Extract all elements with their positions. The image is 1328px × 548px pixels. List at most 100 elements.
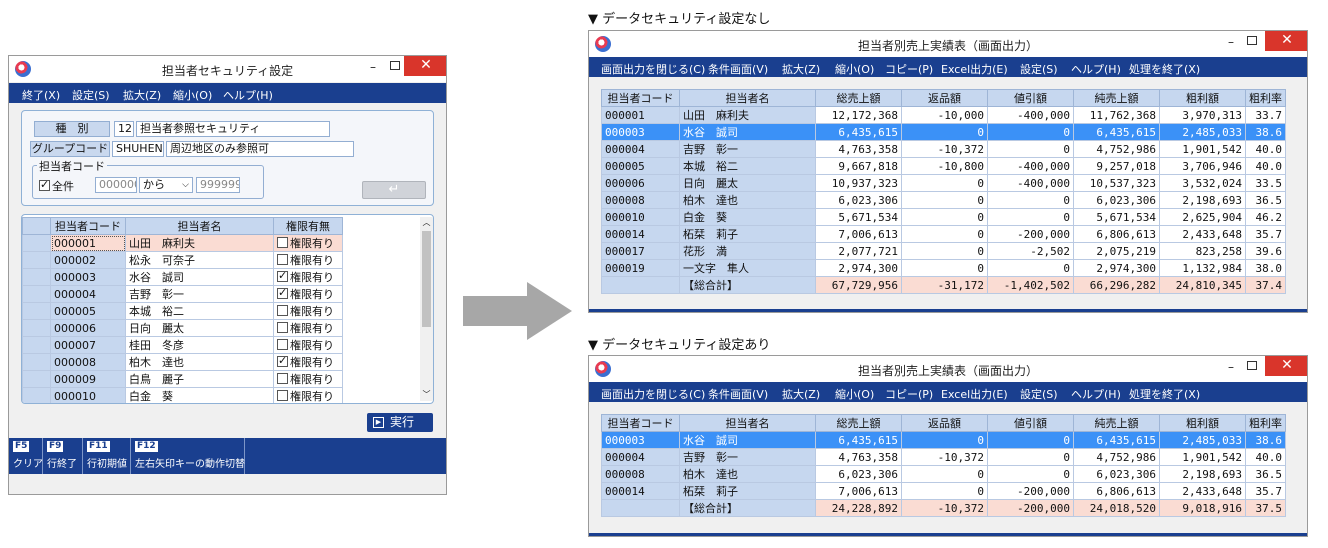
row-selector[interactable] xyxy=(22,319,51,337)
minimize-icon[interactable]: – xyxy=(1222,360,1240,376)
menu-close-output[interactable]: 画面出力を閉じる(C) xyxy=(601,61,705,77)
range-mode-select[interactable]: から ⌵ xyxy=(139,177,193,193)
menu-settings[interactable]: 設定(S) xyxy=(1020,61,1058,77)
menu-settings[interactable]: 設定(S) xyxy=(72,87,110,103)
permission-checkbox[interactable]: 権限有り xyxy=(273,302,343,320)
row-selector[interactable] xyxy=(22,370,51,388)
group-code-field[interactable]: SHUHEN xyxy=(112,141,164,157)
menu-condition[interactable]: 条件画面(V) xyxy=(708,61,768,77)
table-row[interactable]: 000004吉野 彰一 権限有り xyxy=(22,285,343,303)
menu-zoom-out[interactable]: 縮小(O) xyxy=(835,386,874,402)
maximize-icon[interactable] xyxy=(390,61,400,70)
close-icon[interactable]: ✕ xyxy=(1265,356,1307,376)
menu-exit[interactable]: 終了(X) xyxy=(22,87,60,103)
menu-close-output[interactable]: 画面出力を閉じる(C) xyxy=(601,386,705,402)
table-row[interactable]: 000008 柏木 達也 6,023,306 0 0 6,023,306 2,198,693… xyxy=(601,465,1286,483)
menu-help[interactable]: ヘルプ(H) xyxy=(1071,61,1121,77)
fkey-f9[interactable]: F9 行終了 xyxy=(43,438,83,474)
table-row[interactable]: 000004 吉野 彰一 4,763,358 -10,372 0 4,752,986 1,9… xyxy=(601,448,1286,466)
row-selector[interactable] xyxy=(22,268,51,286)
table-row[interactable]: 000005 本城 裕二 9,667,818 -10,800 -400,000 9,257… xyxy=(601,157,1286,175)
permission-checkbox[interactable]: 権限有り xyxy=(273,370,343,388)
scroll-thumb[interactable] xyxy=(422,231,431,327)
row-selector[interactable] xyxy=(22,251,51,269)
row-selector[interactable] xyxy=(22,302,51,320)
permission-checkbox[interactable]: 権限有り xyxy=(273,336,343,354)
table-row[interactable]: 000005 本城 裕二 権限有り xyxy=(22,302,343,320)
table-row[interactable]: 000007 桂田 冬彦 権限有り xyxy=(22,336,343,354)
range-from-field[interactable]: 000000 xyxy=(95,177,137,193)
fkey-f12[interactable]: F12 左右矢印キーの動作切替 xyxy=(131,438,245,474)
table-row[interactable]: 000019 一文字 隼人 2,974,300 0 0 2,974,300 1,132,98… xyxy=(601,259,1286,277)
table-row[interactable]: 000009 白鳥 麗子 権限有り xyxy=(22,370,343,388)
table-row[interactable]: 000004 吉野 彰一 4,763,358 -10,372 0 4,752,986 1,9… xyxy=(601,140,1286,158)
staff-code-cell: 000003 xyxy=(601,431,680,449)
maximize-icon[interactable] xyxy=(1247,36,1257,45)
minimize-icon[interactable]: – xyxy=(1222,35,1240,51)
value-cell: 4,763,358 xyxy=(815,140,902,158)
table-row[interactable]: 000001 山田 麻利夫 権限有り xyxy=(22,234,343,252)
row-selector[interactable] xyxy=(22,387,51,403)
maximize-icon[interactable] xyxy=(1247,361,1257,370)
staff-name-cell: 柏木 達也 xyxy=(679,191,816,209)
permission-checkbox[interactable]: 権限有り xyxy=(273,285,343,303)
menu-zoom-out[interactable]: 縮小(O) xyxy=(173,87,212,103)
menu-copy[interactable]: コピー(P) xyxy=(885,386,933,402)
scroll-up-icon[interactable]: ︿ xyxy=(420,217,433,229)
kind-code-field[interactable]: 12 xyxy=(114,121,134,137)
table-row[interactable]: 000003 水谷 誠司 6,435,615 0 0 6,435,615 2,485,033… xyxy=(601,431,1286,449)
all-checkbox[interactable]: 全件 xyxy=(39,178,74,194)
close-icon[interactable]: ✕ xyxy=(404,56,446,76)
grid-scrollbar[interactable]: ︿ ﹀ xyxy=(420,217,433,401)
table-row[interactable]: 000006 日向 麗太 10,937,323 0 -400,000 10,537,323… xyxy=(601,174,1286,192)
column-header: 純売上額 xyxy=(1073,89,1160,107)
close-icon[interactable]: ✕ xyxy=(1265,31,1307,51)
scroll-down-icon[interactable]: ﹀ xyxy=(420,389,433,401)
menu-settings[interactable]: 設定(S) xyxy=(1020,386,1058,402)
row-selector[interactable] xyxy=(22,285,51,303)
table-row[interactable]: 000010 白金 葵 5,671,534 0 0 5,671,534 2,625,904 4… xyxy=(601,208,1286,226)
permission-checkbox[interactable]: 権限有り xyxy=(273,251,343,269)
permission-checkbox[interactable]: 権限有り xyxy=(273,387,343,403)
table-row[interactable]: 000017 花形 満 2,077,721 0 -2,502 2,075,219 823,2… xyxy=(601,242,1286,260)
menu-help[interactable]: ヘルプ(H) xyxy=(223,87,273,103)
permission-checkbox[interactable]: 権限有り xyxy=(273,268,343,286)
enter-button[interactable]: ↵ xyxy=(362,181,426,199)
table-row[interactable]: 000006 日向 麗太 権限有り xyxy=(22,319,343,337)
row-selector[interactable] xyxy=(22,336,51,354)
permission-checkbox[interactable]: 権限有り xyxy=(273,353,343,371)
menu-quit[interactable]: 処理を終了(X) xyxy=(1129,386,1200,402)
fkey-f5[interactable]: F5 クリア xyxy=(9,438,43,474)
value-cell: 36.5 xyxy=(1245,465,1286,483)
table-row[interactable]: 000003 水谷 誠司 6,435,615 0 0 6,435,615 2,485,033… xyxy=(601,123,1286,141)
value-cell: 5,671,534 xyxy=(815,208,902,226)
table-row[interactable]: 000008 柏木 達也 6,023,306 0 0 6,023,306 2,198,693… xyxy=(601,191,1286,209)
table-row[interactable]: 000001 山田 麻利夫 12,172,368 -10,000 -400,000 11,… xyxy=(601,106,1286,124)
table-row[interactable]: 000014 柘栞 莉子 7,006,613 0 -200,000 6,806,613 2,… xyxy=(601,225,1286,243)
menu-excel[interactable]: Excel出力(E) xyxy=(941,61,1008,77)
menu-condition[interactable]: 条件画面(V) xyxy=(708,386,768,402)
table-row[interactable]: 000014 柘栞 莉子 7,006,613 0 -200,000 6,806,613 2,… xyxy=(601,482,1286,500)
table-row[interactable]: 000002 松永 可奈子 権限有り xyxy=(22,251,343,269)
menu-excel[interactable]: Excel出力(E) xyxy=(941,386,1008,402)
minimize-icon[interactable]: – xyxy=(364,60,382,76)
row-selector[interactable] xyxy=(22,234,51,252)
menu-zoom-out[interactable]: 縮小(O) xyxy=(835,61,874,77)
permission-checkbox[interactable]: 権限有り xyxy=(273,319,343,337)
value-cell: 4,763,358 xyxy=(815,448,902,466)
fkey-f11[interactable]: F11 行初期値 xyxy=(83,438,131,474)
execute-button[interactable]: ▶ 実行 xyxy=(367,413,433,432)
menu-copy[interactable]: コピー(P) xyxy=(885,61,933,77)
menu-zoom-in[interactable]: 拡大(Z) xyxy=(782,61,820,77)
table-row[interactable]: 000008柏木 達也 権限有り xyxy=(22,353,343,371)
menu-zoom-in[interactable]: 拡大(Z) xyxy=(782,386,820,402)
table-row[interactable]: 000010 白金 葵 権限有り xyxy=(22,387,343,403)
range-to-field[interactable]: 999999 xyxy=(196,177,240,193)
row-selector[interactable] xyxy=(22,353,51,371)
menu-help[interactable]: ヘルプ(H) xyxy=(1071,386,1121,402)
permission-checkbox[interactable]: 権限有り xyxy=(273,234,343,252)
menu-quit[interactable]: 処理を終了(X) xyxy=(1129,61,1200,77)
table-row[interactable]: 000003水谷 誠司 権限有り xyxy=(22,268,343,286)
checkbox-icon xyxy=(277,322,288,333)
menu-zoom-in[interactable]: 拡大(Z) xyxy=(123,87,161,103)
